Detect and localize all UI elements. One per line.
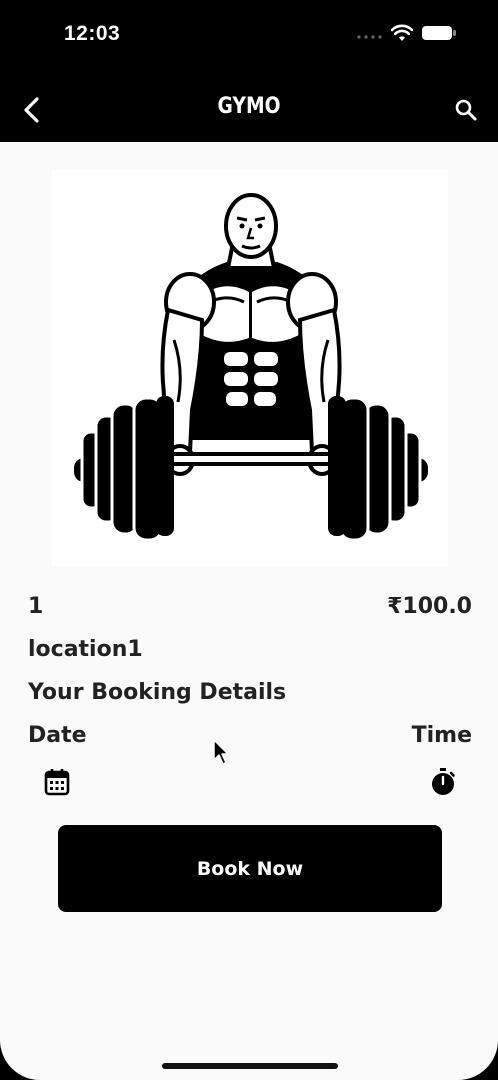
wifi-icon bbox=[391, 24, 413, 41]
app-bar: GYMO bbox=[0, 80, 498, 142]
stopwatch-icon[interactable] bbox=[430, 767, 456, 797]
status-bar: 12:03 bbox=[0, 0, 498, 80]
device-screen: 12:03 GYMO 1 ₹100.0 location1 Your Booki… bbox=[0, 0, 498, 1080]
search-button[interactable] bbox=[448, 92, 484, 128]
gym-location: location1 bbox=[28, 637, 143, 662]
gym-price: ₹100.0 bbox=[387, 594, 472, 619]
calendar-icon[interactable] bbox=[44, 768, 70, 796]
gym-id: 1 bbox=[28, 594, 44, 619]
cellular-signal-icon bbox=[357, 35, 382, 39]
mouse-cursor-icon bbox=[213, 739, 229, 765]
book-now-button[interactable]: Book Now bbox=[58, 825, 442, 912]
gym-image bbox=[52, 170, 448, 566]
gym-detail-content: 1 ₹100.0 location1 Your Booking Details … bbox=[0, 142, 498, 1080]
date-label: Date bbox=[28, 723, 87, 748]
search-icon bbox=[455, 99, 477, 121]
status-time: 12:03 bbox=[64, 22, 121, 45]
time-label: Time bbox=[411, 723, 472, 748]
battery-icon bbox=[422, 26, 456, 40]
booking-details-heading: Your Booking Details bbox=[28, 680, 287, 705]
app-title: GYMO bbox=[217, 94, 281, 119]
bodybuilder-barbell-illustration bbox=[74, 193, 428, 542]
home-indicator bbox=[162, 1063, 338, 1069]
